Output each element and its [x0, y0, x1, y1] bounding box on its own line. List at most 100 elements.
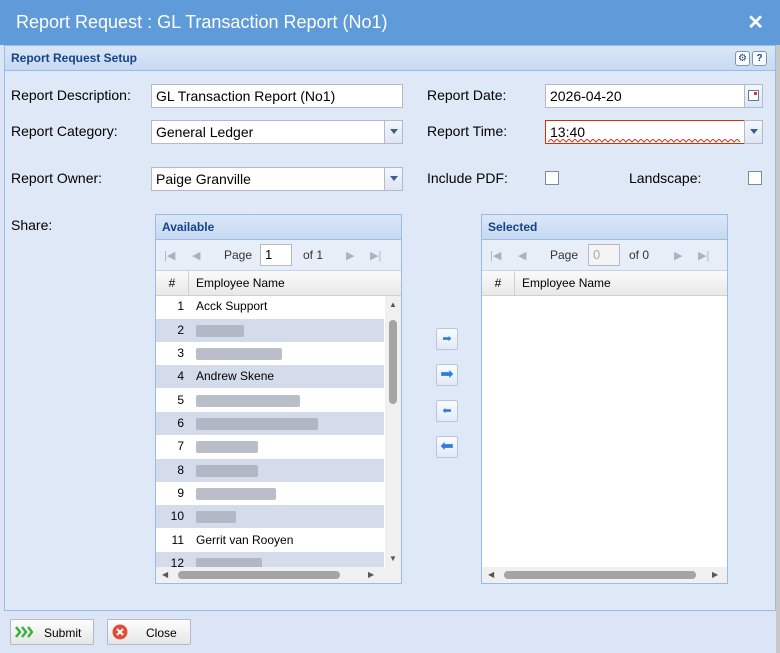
add-all-button[interactable]: ➡ — [436, 364, 458, 386]
prev-page-icon[interactable]: ◀ — [192, 249, 200, 262]
redacted-name — [196, 325, 244, 337]
title-bar: Report Request : GL Transaction Report (… — [0, 0, 780, 45]
scrollbar-thumb[interactable] — [178, 571, 340, 579]
page-count-label: of 1 — [303, 248, 324, 262]
report-description-input[interactable]: GL Transaction Report (No1) — [151, 84, 403, 108]
redacted-name — [196, 441, 258, 453]
chevron-down-icon — [390, 176, 398, 181]
submit-button[interactable]: Submit — [10, 619, 94, 645]
column-employee-name-header[interactable]: Employee Name — [196, 271, 285, 295]
window-title: Report Request : GL Transaction Report (… — [16, 12, 388, 32]
selected-grid-header: Selected — [482, 215, 727, 240]
employee-name: Andrew Skene — [196, 369, 275, 383]
submit-label: Submit — [44, 626, 82, 640]
report-time-dropdown-button[interactable] — [744, 120, 763, 144]
scrollbar-thumb[interactable] — [504, 571, 696, 579]
report-category-label: Report Category: — [11, 123, 118, 139]
window-scrollbar[interactable] — [776, 45, 780, 653]
selected-horizontal-scrollbar[interactable]: ◀ ▶ — [482, 567, 727, 583]
table-row[interactable]: 9 — [156, 482, 384, 505]
table-row[interactable]: 2 — [156, 319, 384, 342]
remove-all-button[interactable]: ⬅ — [436, 436, 458, 458]
next-page-icon[interactable]: ▶ — [346, 249, 354, 262]
scroll-right-icon[interactable]: ▶ — [368, 570, 374, 579]
scroll-down-icon[interactable]: ▼ — [389, 554, 397, 563]
row-number: 3 — [177, 346, 184, 360]
page-number-input[interactable]: 1 — [260, 244, 292, 266]
row-number: 9 — [177, 486, 184, 500]
report-category-select[interactable]: General Ledger — [151, 120, 385, 144]
date-picker-button[interactable] — [744, 84, 763, 108]
last-page-icon[interactable]: ▶| — [370, 249, 381, 262]
landscape-label: Landscape: — [629, 170, 702, 186]
report-owner-dropdown-button[interactable] — [384, 167, 403, 191]
report-date-input[interactable]: 2026-04-20 — [545, 84, 745, 108]
include-pdf-label: Include PDF: — [427, 170, 508, 186]
submit-chevrons-icon — [15, 626, 33, 638]
column-number-header[interactable]: # — [482, 271, 515, 295]
row-number: 4 — [177, 369, 184, 383]
first-page-icon[interactable]: |◀ — [164, 249, 175, 262]
employee-name: Acck Support — [196, 299, 268, 313]
report-owner-select[interactable]: Paige Granville — [151, 167, 385, 191]
table-row[interactable]: 10 — [156, 505, 384, 528]
next-page-icon[interactable]: ▶ — [674, 249, 682, 262]
last-page-icon[interactable]: ▶| — [698, 249, 709, 262]
page-label: Page — [550, 248, 579, 262]
landscape-checkbox[interactable] — [748, 171, 762, 185]
available-vertical-scrollbar[interactable]: ▲ ▼ — [385, 296, 401, 568]
gear-icon[interactable]: ⚙ — [735, 51, 750, 66]
scroll-up-icon[interactable]: ▲ — [389, 300, 397, 309]
redacted-name — [196, 418, 318, 430]
close-circle-icon — [112, 624, 128, 640]
close-button[interactable]: Close — [107, 619, 191, 645]
employee-name: Gerrit van Rooyen — [196, 533, 294, 547]
row-number: 7 — [177, 439, 184, 453]
remove-selected-button[interactable]: ⬅ — [436, 400, 458, 422]
help-icon[interactable]: ? — [752, 51, 767, 66]
report-description-label: Report Description: — [11, 87, 131, 103]
include-pdf-checkbox[interactable] — [545, 171, 559, 185]
page-number-input[interactable]: 0 — [588, 244, 620, 266]
scroll-left-icon[interactable]: ◀ — [162, 570, 168, 579]
scroll-left-icon[interactable]: ◀ — [488, 570, 494, 579]
table-row[interactable]: 12 — [156, 552, 384, 568]
panel-header: Report Request Setup ⚙ ? — [5, 46, 775, 71]
column-employee-name-header[interactable]: Employee Name — [522, 271, 611, 295]
available-grid-header: Available — [156, 215, 401, 240]
table-row[interactable]: 6 — [156, 412, 384, 435]
page-label: Page — [224, 248, 253, 262]
row-number: 5 — [177, 393, 184, 407]
selected-grid: Selected |◀ ◀ Page 0 of 0 ▶ ▶| # Employe… — [481, 214, 728, 584]
scroll-right-icon[interactable]: ▶ — [712, 570, 718, 579]
close-icon[interactable]: ✕ — [747, 10, 764, 35]
table-row[interactable]: 5 — [156, 389, 384, 412]
available-grid-title: Available — [162, 220, 215, 234]
row-number: 6 — [177, 416, 184, 430]
add-selected-button[interactable]: ➡ — [436, 328, 458, 350]
table-row[interactable]: 11 Gerrit van Rooyen — [156, 529, 384, 552]
available-horizontal-scrollbar[interactable]: ◀ ▶ — [156, 567, 401, 583]
selected-paging-toolbar: |◀ ◀ Page 0 of 0 ▶ ▶| — [482, 240, 727, 271]
available-grid: Available |◀ ◀ Page 1 of 1 ▶ ▶| # Employ… — [155, 214, 402, 584]
close-label: Close — [146, 626, 177, 640]
double-arrow-right-icon: ➡ — [440, 366, 454, 383]
report-time-label: Report Time: — [427, 123, 508, 139]
first-page-icon[interactable]: |◀ — [490, 249, 501, 262]
table-row[interactable]: 3 — [156, 342, 384, 365]
report-owner-label: Report Owner: — [11, 170, 103, 186]
table-row[interactable]: 8 — [156, 459, 384, 482]
double-arrow-left-icon: ⬅ — [440, 438, 454, 455]
calendar-icon — [748, 90, 759, 101]
redacted-name — [196, 348, 282, 360]
report-date-label: Report Date: — [427, 87, 507, 103]
redacted-name — [196, 511, 236, 523]
column-number-header[interactable]: # — [156, 271, 189, 295]
report-category-dropdown-button[interactable] — [384, 120, 403, 144]
table-row[interactable]: 4 Andrew Skene — [156, 365, 384, 388]
prev-page-icon[interactable]: ◀ — [518, 249, 526, 262]
table-row[interactable]: 7 — [156, 435, 384, 458]
table-row[interactable]: 1 Acck Support — [156, 295, 384, 318]
scrollbar-thumb[interactable] — [389, 320, 397, 404]
arrow-right-icon: ➡ — [442, 333, 452, 345]
